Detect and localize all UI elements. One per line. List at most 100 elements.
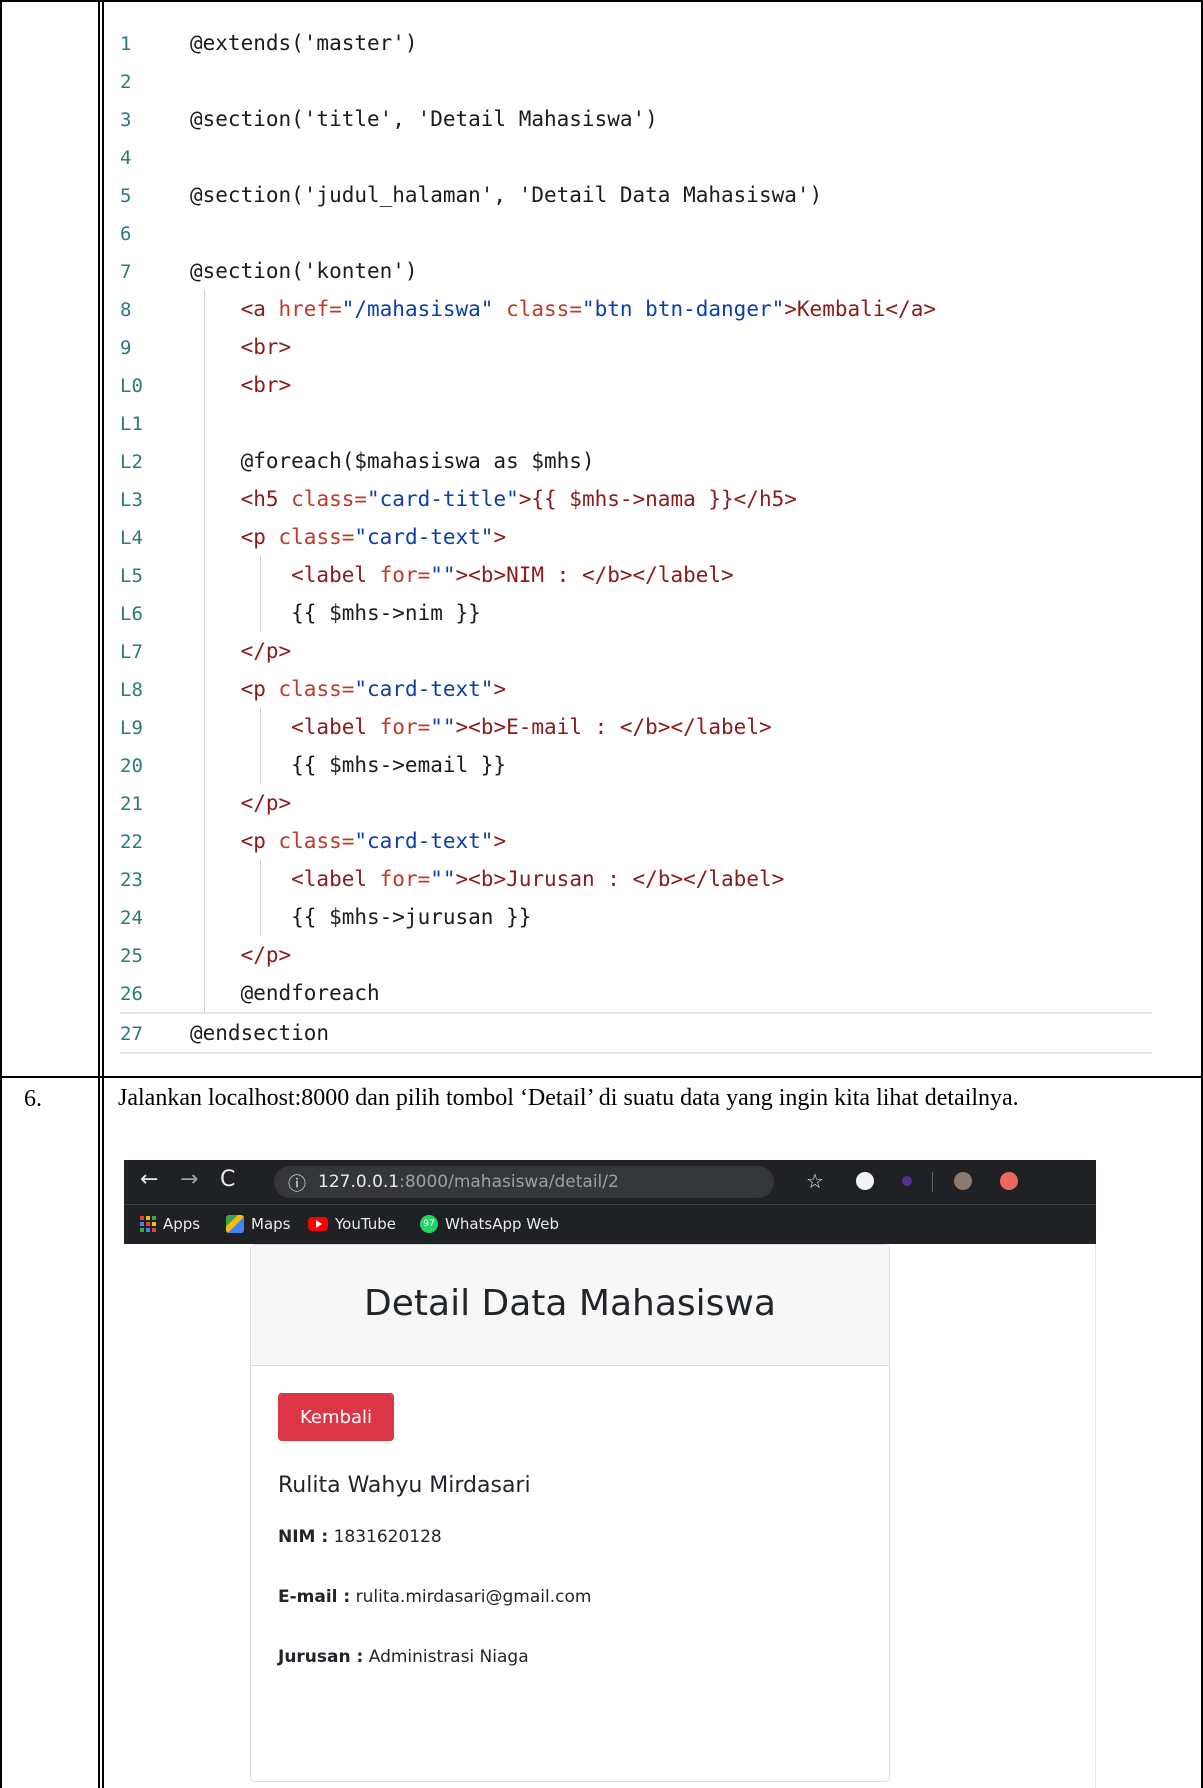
line-number: 22: [120, 831, 143, 853]
line-number: L7: [120, 641, 143, 663]
line-number: L2: [120, 451, 143, 473]
maps-icon: [226, 1215, 244, 1233]
code-token: >Kembali</a>: [784, 297, 936, 321]
code-token: class=: [278, 525, 355, 549]
indent-guide: [204, 290, 205, 1012]
line-number: 1: [120, 33, 132, 55]
code-token: <br>: [190, 335, 292, 359]
scrollbar-track[interactable]: [1095, 1244, 1096, 1788]
code-token: <label: [190, 867, 380, 891]
bookmark-whatsapp[interactable]: 97 WhatsApp Web: [420, 1215, 559, 1233]
nim-row: NIM : 1831620128: [278, 1527, 442, 1547]
forward-arrow-icon[interactable]: →: [180, 1167, 198, 1192]
code-token: <br>: [190, 373, 292, 397]
code-token: @endsection: [190, 1021, 330, 1045]
table-border-left: [0, 0, 2, 1788]
code-line: 1 @extends('master'): [120, 24, 1152, 62]
code-line: L4 <p class="card-text">: [120, 518, 1152, 556]
line-number: L0: [120, 375, 143, 397]
line-number: 21: [120, 793, 143, 815]
address-bar[interactable]: ⓘ 127.0.0.1:8000/mahasiswa/detail/2: [274, 1166, 774, 1198]
code-line: 8 <a href="/mahasiswa" class="btn btn-da…: [120, 290, 1152, 328]
profile-avatar-icon[interactable]: [954, 1172, 972, 1190]
back-arrow-icon[interactable]: ←: [140, 1167, 158, 1192]
email-label: E-mail :: [278, 1587, 351, 1607]
code-token: @section('konten'): [190, 259, 418, 283]
browser-screenshot: ← → C ⓘ 127.0.0.1:8000/mahasiswa/detail/…: [124, 1160, 1096, 1788]
indent-guide: [260, 556, 261, 632]
code-token: ><b>Jurusan : </b></label>: [455, 867, 785, 891]
line-number: 24: [120, 907, 143, 929]
table-row-divider: [0, 1076, 1203, 1078]
code-token: class=: [291, 487, 368, 511]
line-number: L9: [120, 717, 143, 739]
url-path: :8000/mahasiswa/detail/2: [399, 1172, 619, 1192]
code-token: @endforeach: [190, 981, 380, 1005]
nim-label: NIM :: [278, 1527, 329, 1547]
line-number: L3: [120, 489, 143, 511]
code-line: 23 <label for=""><b>Jurusan : </b></labe…: [120, 860, 1152, 898]
code-token: <h5: [190, 487, 292, 511]
step-number: 6.: [24, 1086, 42, 1112]
bookmark-label: Apps: [163, 1215, 201, 1233]
code-line: 6: [120, 214, 1152, 252]
table-border-top: [0, 0, 1203, 2]
line-number: L8: [120, 679, 143, 701]
code-token: </p>: [190, 943, 292, 967]
whatsapp-icon: 97: [420, 1215, 438, 1233]
code-line: 9 <br>: [120, 328, 1152, 366]
info-icon[interactable]: ⓘ: [288, 1170, 306, 1196]
code-line: 2: [120, 62, 1152, 100]
line-number: L1: [120, 413, 143, 435]
code-token: for=: [379, 867, 431, 891]
code-token: "": [430, 563, 456, 587]
search-extension-icon[interactable]: [902, 1176, 912, 1186]
code-line: 4: [120, 138, 1152, 176]
line-number: 9: [120, 337, 132, 359]
line-number: 2: [120, 71, 132, 93]
code-token: "card-text": [354, 525, 494, 549]
code-listing: 1 @extends('master') 2 3 @section('title', '…: [120, 24, 1152, 1054]
line-number: 3: [120, 109, 132, 131]
indent-guide: [260, 860, 261, 936]
browser-toolbar: ← → C ⓘ 127.0.0.1:8000/mahasiswa/detail/…: [124, 1160, 1096, 1204]
table-column-divider: [98, 0, 100, 1788]
code-token: ><b>NIM : </b></label>: [455, 563, 734, 587]
code-token: >: [493, 677, 507, 701]
line-number: L6: [120, 603, 143, 625]
code-token: href=: [278, 297, 342, 321]
jurusan-row: Jurusan : Administrasi Niaga: [278, 1647, 529, 1667]
nim-value: 1831620128: [333, 1527, 442, 1547]
jurusan-label: Jurusan :: [278, 1647, 364, 1667]
bookmark-label: Maps: [251, 1215, 291, 1233]
jurusan-value: Administrasi Niaga: [368, 1647, 529, 1667]
code-token: @section('title', 'Detail Mahasiswa'): [190, 107, 658, 131]
code-token: class=: [506, 297, 582, 321]
code-line: 24 {{ $mhs->jurusan }}: [120, 898, 1152, 936]
bookmark-maps[interactable]: Maps: [226, 1215, 290, 1233]
detail-card: Detail Data Mahasiswa Kembali Rulita Wah…: [250, 1244, 890, 1782]
extension-icon[interactable]: [856, 1172, 874, 1190]
code-token: class=: [278, 829, 355, 853]
code-token: "card-text": [354, 677, 494, 701]
code-line: 5 @section('judul_halaman', 'Detail Data …: [120, 176, 1152, 214]
bookmark-youtube[interactable]: YouTube: [308, 1215, 396, 1233]
code-token: >: [493, 525, 507, 549]
code-token: <label: [190, 563, 380, 587]
bookmarks-bar: Apps Maps YouTube 97 WhatsApp Web: [124, 1204, 1096, 1245]
code-token: @foreach($mahasiswa as $mhs): [190, 449, 595, 473]
code-token: >: [493, 829, 507, 853]
code-token: for=: [379, 715, 431, 739]
update-icon[interactable]: [1000, 1172, 1018, 1190]
reload-icon[interactable]: C: [220, 1167, 235, 1192]
address-url: 127.0.0.1:8000/mahasiswa/detail/2: [318, 1172, 619, 1192]
code-line: L8 <p class="card-text">: [120, 670, 1152, 708]
code-token: "card-text": [354, 829, 494, 853]
code-line: L2 @foreach($mahasiswa as $mhs): [120, 442, 1152, 480]
star-bookmark-icon[interactable]: ☆: [806, 1169, 824, 1193]
bookmark-apps[interactable]: Apps: [140, 1215, 200, 1233]
code-token: {{ $mhs->nim }}: [190, 601, 481, 625]
line-number: 7: [120, 261, 132, 283]
code-line: 22 <p class="card-text">: [120, 822, 1152, 860]
back-button[interactable]: Kembali: [278, 1393, 394, 1441]
